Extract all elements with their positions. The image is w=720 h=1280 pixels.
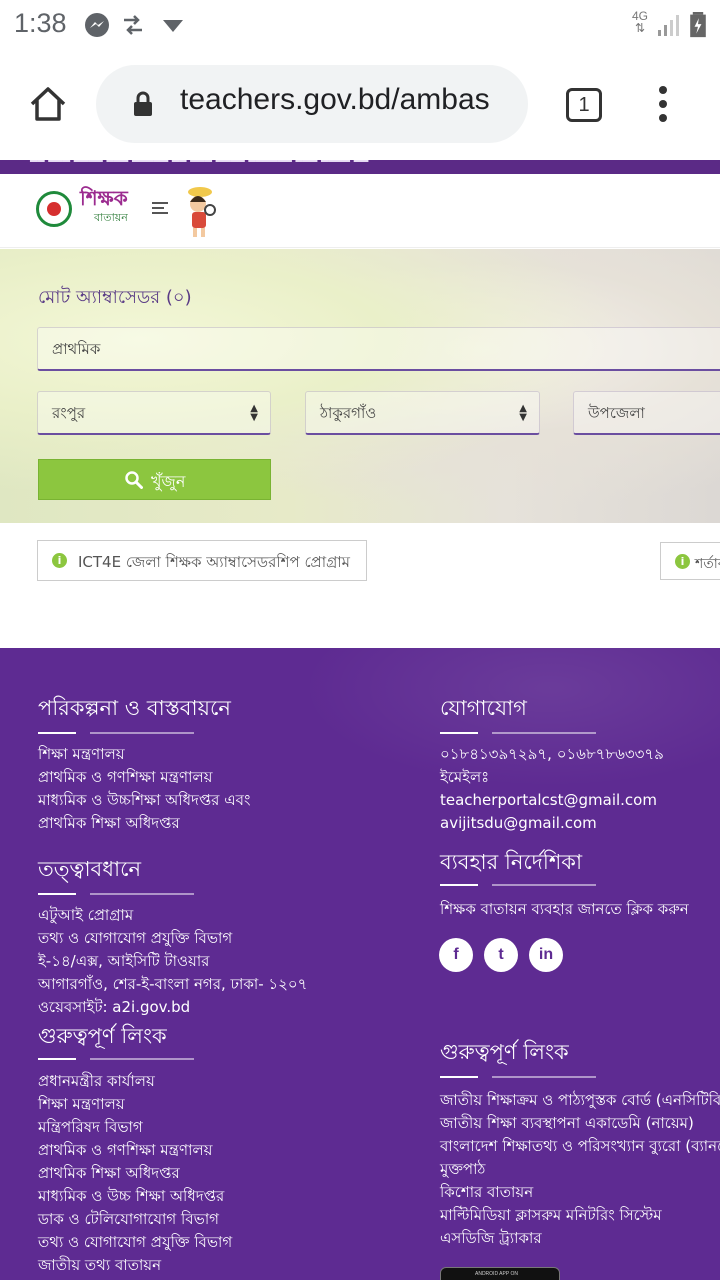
important-links-list-right: জাতীয় শিক্ষাক্রম ও পাঠ্যপুস্তক বোর্ড (এ… — [440, 1089, 720, 1250]
list-item[interactable]: বাংলাদেশ শিক্ষাতথ্য ও পরিসংখ্যান ব্যুরো … — [440, 1135, 720, 1158]
list-item: তথ্য ও যোগাযোগ প্রযুক্তি বিভাগ — [38, 929, 233, 947]
list-item[interactable]: মন্ত্রিপরিষদ বিভাগ — [38, 1116, 232, 1139]
division-value: রংপুর — [52, 404, 86, 422]
google-play-badge[interactable]: ANDROID APP ON — [440, 1267, 560, 1280]
list-item[interactable]: মাধ্যমিক ও উচ্চ শিক্ষা অধিদপ্তর — [38, 1185, 232, 1208]
guide-list: শিক্ষক বাতায়ন ব্যবহার জানতে ক্লিক করুন — [440, 898, 689, 921]
list-item[interactable]: জাতীয় তথ্য বাতায়ন — [38, 1254, 232, 1277]
list-item[interactable]: জাতীয় শিক্ষা ব্যবস্থাপনা একাডেমি (নায়ে… — [440, 1112, 720, 1135]
linkedin-icon[interactable]: in — [529, 938, 563, 972]
supervision-heading: তত্ত্বাবধানে — [38, 857, 142, 881]
search-icon — [125, 471, 143, 489]
heading-divider — [38, 1058, 198, 1060]
list-item[interactable]: কিশোর বাতায়ন — [440, 1181, 720, 1204]
info-icon: i — [675, 554, 690, 569]
heading-divider — [440, 884, 600, 886]
level-field[interactable]: প্রাথমিক — [37, 327, 720, 371]
ambassador-search-section: মোট অ্যাম্বাসেডর (০) প্রাথমিক রংপুর ▲ ▼ ঠ… — [0, 249, 720, 523]
heading-divider — [440, 1076, 600, 1078]
search-button-label: খুঁজুন — [151, 472, 186, 491]
email-link[interactable]: avijitsdu@gmail.com — [440, 812, 664, 835]
list-item[interactable]: মুক্তপাঠ — [440, 1158, 720, 1181]
district-value: ঠাকুরগাঁও — [320, 404, 377, 422]
tab-switcher-button[interactable]: 1 — [566, 88, 602, 122]
twitter-icon[interactable]: t — [484, 938, 518, 972]
messenger-icon — [85, 13, 109, 37]
info-strip: i ICT4E জেলা শিক্ষক অ্যাম্বাসেডরশিপ প্রো… — [0, 523, 720, 648]
facebook-icon[interactable]: f — [439, 938, 473, 972]
level-value: প্রাথমিক — [52, 340, 101, 358]
list-item: ই-১৪/এক্স, আইসিটি টাওয়ার — [38, 952, 210, 970]
list-item[interactable]: ওয়েবসাইট: a2i.gov.bd — [38, 996, 307, 1019]
upazila-select[interactable]: উপজেলা — [573, 391, 720, 435]
address-bar[interactable]: teachers.gov.bd/ambas — [96, 65, 528, 143]
app-badge-text: ANDROID APP ON — [475, 1271, 518, 1277]
search-button[interactable]: খুঁজুন — [38, 459, 271, 500]
download-icon — [163, 20, 183, 32]
terms-button[interactable]: i শর্তাব — [660, 542, 720, 580]
list-item: আগারগাঁও, শের-ই-বাংলা নগর, ঢাকা- ১২০৭ — [38, 975, 308, 993]
list-item[interactable]: মাল্টিমিডিয়া ক্লাসরুম মনিটরিং সিস্টেম — [440, 1204, 720, 1227]
signal-icon — [658, 15, 679, 36]
list-item[interactable]: এসডিজি ট্র্যাকার — [440, 1227, 720, 1250]
heading-divider — [440, 732, 600, 734]
upazila-value: উপজেলা — [588, 404, 645, 422]
home-icon[interactable] — [28, 84, 68, 124]
important-links-heading: গুরুত্বপূর্ণ লিংক — [440, 1040, 569, 1064]
planning-heading: পরিকল্পনা ও বাস্তবায়নে — [38, 696, 231, 720]
news-ticker: ━━ ━━━ ━━━━ ━━━ ━━━━━ ━━ ━━━ ━━━━ ━━━━━━… — [0, 160, 720, 174]
mascot-image — [188, 187, 216, 237]
select-arrows-icon: ▲ ▼ — [250, 403, 258, 423]
network-type: 4G ⇅ — [631, 9, 648, 35]
email-label: ইমেইলঃ — [440, 768, 490, 786]
list-item[interactable]: প্রাথমিক শিক্ষা অধিদপ্তর — [38, 1162, 232, 1185]
terms-label: শর্তাব — [695, 556, 720, 572]
site-header: শিক্ষক বাতায়ন — [0, 174, 720, 248]
battery-icon — [690, 12, 706, 38]
contact-heading: যোগাযোগ — [440, 696, 527, 720]
important-links-list: প্রধানমন্ত্রীর কার্যালয় শিক্ষা মন্ত্রণা… — [38, 1070, 232, 1277]
site-footer: পরিকল্পনা ও বাস্তবায়নে শিক্ষা মন্ত্রণাল… — [0, 648, 720, 1280]
data-transfer-icon — [124, 15, 142, 35]
status-time: 1:38 — [14, 8, 67, 38]
list-item[interactable]: জাতীয় শিক্ষাক্রম ও পাঠ্যপুস্তক বোর্ড (এ… — [440, 1089, 720, 1112]
list-item[interactable]: মাধ্যমিক ও উচ্চশিক্ষা অধিদপ্তর এবং — [38, 789, 250, 812]
select-arrows-icon: ▲ ▼ — [519, 403, 527, 423]
important-links-heading: গুরুত্বপূর্ণ লিংক — [38, 1024, 167, 1048]
list-item[interactable]: প্রাথমিক শিক্ষা অধিদপ্তর — [38, 812, 250, 835]
lock-icon — [134, 91, 152, 116]
heading-divider — [38, 732, 198, 734]
shikkhok-batayon-logo[interactable]: শিক্ষক বাতায়ন — [80, 188, 128, 228]
guide-heading: ব্যবহার নির্দেশিকা — [440, 850, 583, 874]
list-item: এটুআই প্রোগ্রাম — [38, 906, 134, 924]
hamburger-menu-icon[interactable] — [152, 202, 168, 216]
list-item[interactable]: শিক্ষা মন্ত্রণালয় — [38, 743, 250, 766]
more-menu-icon[interactable] — [656, 86, 670, 126]
browser-toolbar: teachers.gov.bd/ambas 1 — [0, 50, 720, 160]
heading-divider — [38, 893, 198, 895]
contact-phones: ০১৮৪১৩৯৭২৯৭, ০১৬৮৭৮৬৩৩৭৯ — [440, 745, 664, 763]
status-bar: 1:38 4G ⇅ — [0, 0, 720, 50]
list-item[interactable]: ডাক ও টেলিযোগাযোগ বিভাগ — [38, 1208, 232, 1231]
list-item[interactable]: শিক্ষা মন্ত্রণালয় — [38, 1093, 232, 1116]
division-select[interactable]: রংপুর ▲ ▼ — [37, 391, 271, 435]
url-text: teachers.gov.bd/ambas — [180, 83, 490, 116]
list-item[interactable]: প্রাথমিক ও গণশিক্ষা মন্ত্রণালয় — [38, 766, 250, 789]
list-item[interactable]: প্রাথমিক ও গণশিক্ষা মন্ত্রণালয় — [38, 1139, 232, 1162]
info-icon: i — [52, 553, 67, 568]
list-item[interactable]: প্রধানমন্ত্রীর কার্যালয় — [38, 1070, 232, 1093]
bangladesh-govt-logo[interactable] — [36, 191, 72, 227]
district-select[interactable]: ঠাকুরগাঁও ▲ ▼ — [305, 391, 540, 435]
list-item[interactable]: তথ্য ও যোগাযোগ প্রযুক্তি বিভাগ — [38, 1231, 232, 1254]
email-link[interactable]: teacherportalcst@gmail.com — [440, 789, 664, 812]
contact-list: ০১৮৪১৩৯৭২৯৭, ০১৬৮৭৮৬৩৩৭৯ ইমেইলঃ teacherp… — [440, 743, 664, 835]
planning-list: শিক্ষা মন্ত্রণালয় প্রাথমিক ও গণশিক্ষা ম… — [38, 743, 250, 835]
program-info-button[interactable]: i ICT4E জেলা শিক্ষক অ্যাম্বাসেডরশিপ প্রো… — [37, 540, 367, 581]
total-ambassadors: মোট অ্যাম্বাসেডর (০) — [38, 287, 192, 308]
program-info-label: ICT4E জেলা শিক্ষক অ্যাম্বাসেডরশিপ প্রোগ্… — [78, 553, 350, 571]
guide-link[interactable]: শিক্ষক বাতায়ন ব্যবহার জানতে ক্লিক করুন — [440, 898, 689, 921]
supervision-list: এটুআই প্রোগ্রাম তথ্য ও যোগাযোগ প্রযুক্তি… — [38, 904, 307, 1019]
